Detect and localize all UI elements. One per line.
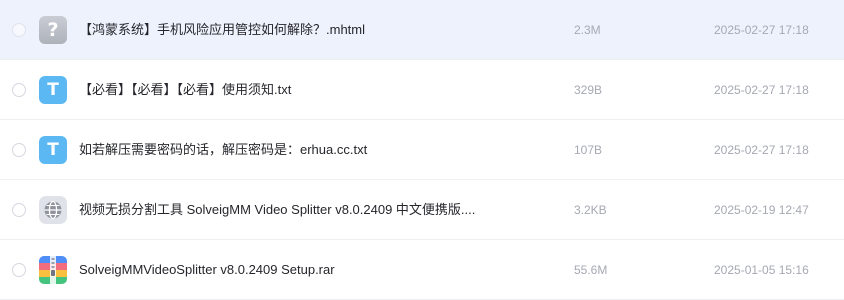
row-checkbox[interactable] bbox=[12, 23, 26, 37]
file-date: 2025-02-27 17:18 bbox=[714, 143, 809, 157]
file-date: 2025-01-05 15:16 bbox=[714, 263, 809, 277]
text-file-icon: T bbox=[39, 76, 67, 104]
file-date: 2025-02-27 17:18 bbox=[714, 23, 809, 37]
row-checkbox[interactable] bbox=[12, 143, 26, 157]
row-checkbox[interactable] bbox=[12, 203, 26, 217]
row-checkbox[interactable] bbox=[12, 263, 26, 277]
file-size: 2.3M bbox=[574, 23, 601, 37]
row-checkbox[interactable] bbox=[12, 83, 26, 97]
file-name[interactable]: SolveigMMVideoSplitter v8.0.2409 Setup.r… bbox=[79, 240, 335, 300]
archive-file-icon bbox=[39, 256, 67, 284]
file-row[interactable]: ? 【鸿蒙系统】手机风险应用管控如何解除？.mhtml 2.3M 2025-02… bbox=[0, 0, 844, 60]
file-date: 2025-02-27 17:18 bbox=[714, 83, 809, 97]
file-name[interactable]: 如若解压需要密码的话，解压密码是：erhua.cc.txt bbox=[79, 120, 367, 180]
file-row[interactable]: 视频无损分割工具 SolveigMM Video Splitter v8.0.2… bbox=[0, 180, 844, 240]
file-size: 329B bbox=[574, 83, 603, 97]
file-name[interactable]: 【鸿蒙系统】手机风险应用管控如何解除？.mhtml bbox=[79, 0, 365, 60]
file-name[interactable]: 视频无损分割工具 SolveigMM Video Splitter v8.0.2… bbox=[79, 180, 475, 240]
text-file-icon: T bbox=[39, 136, 67, 164]
file-list: ? 【鸿蒙系统】手机风险应用管控如何解除？.mhtml 2.3M 2025-02… bbox=[0, 0, 844, 300]
file-size: 107B bbox=[574, 143, 603, 157]
file-date: 2025-02-19 12:47 bbox=[714, 203, 809, 217]
file-size: 55.6M bbox=[574, 263, 608, 277]
web-link-icon bbox=[39, 196, 67, 224]
file-name[interactable]: 【必看】【必看】【必看】使用须知.txt bbox=[79, 60, 291, 120]
file-row[interactable]: T 如若解压需要密码的话，解压密码是：erhua.cc.txt 107B 202… bbox=[0, 120, 844, 180]
file-row[interactable]: SolveigMMVideoSplitter v8.0.2409 Setup.r… bbox=[0, 240, 844, 300]
file-size: 3.2KB bbox=[574, 203, 607, 217]
unknown-file-icon: ? bbox=[39, 16, 67, 44]
file-row[interactable]: T 【必看】【必看】【必看】使用须知.txt 329B 2025-02-27 1… bbox=[0, 60, 844, 120]
